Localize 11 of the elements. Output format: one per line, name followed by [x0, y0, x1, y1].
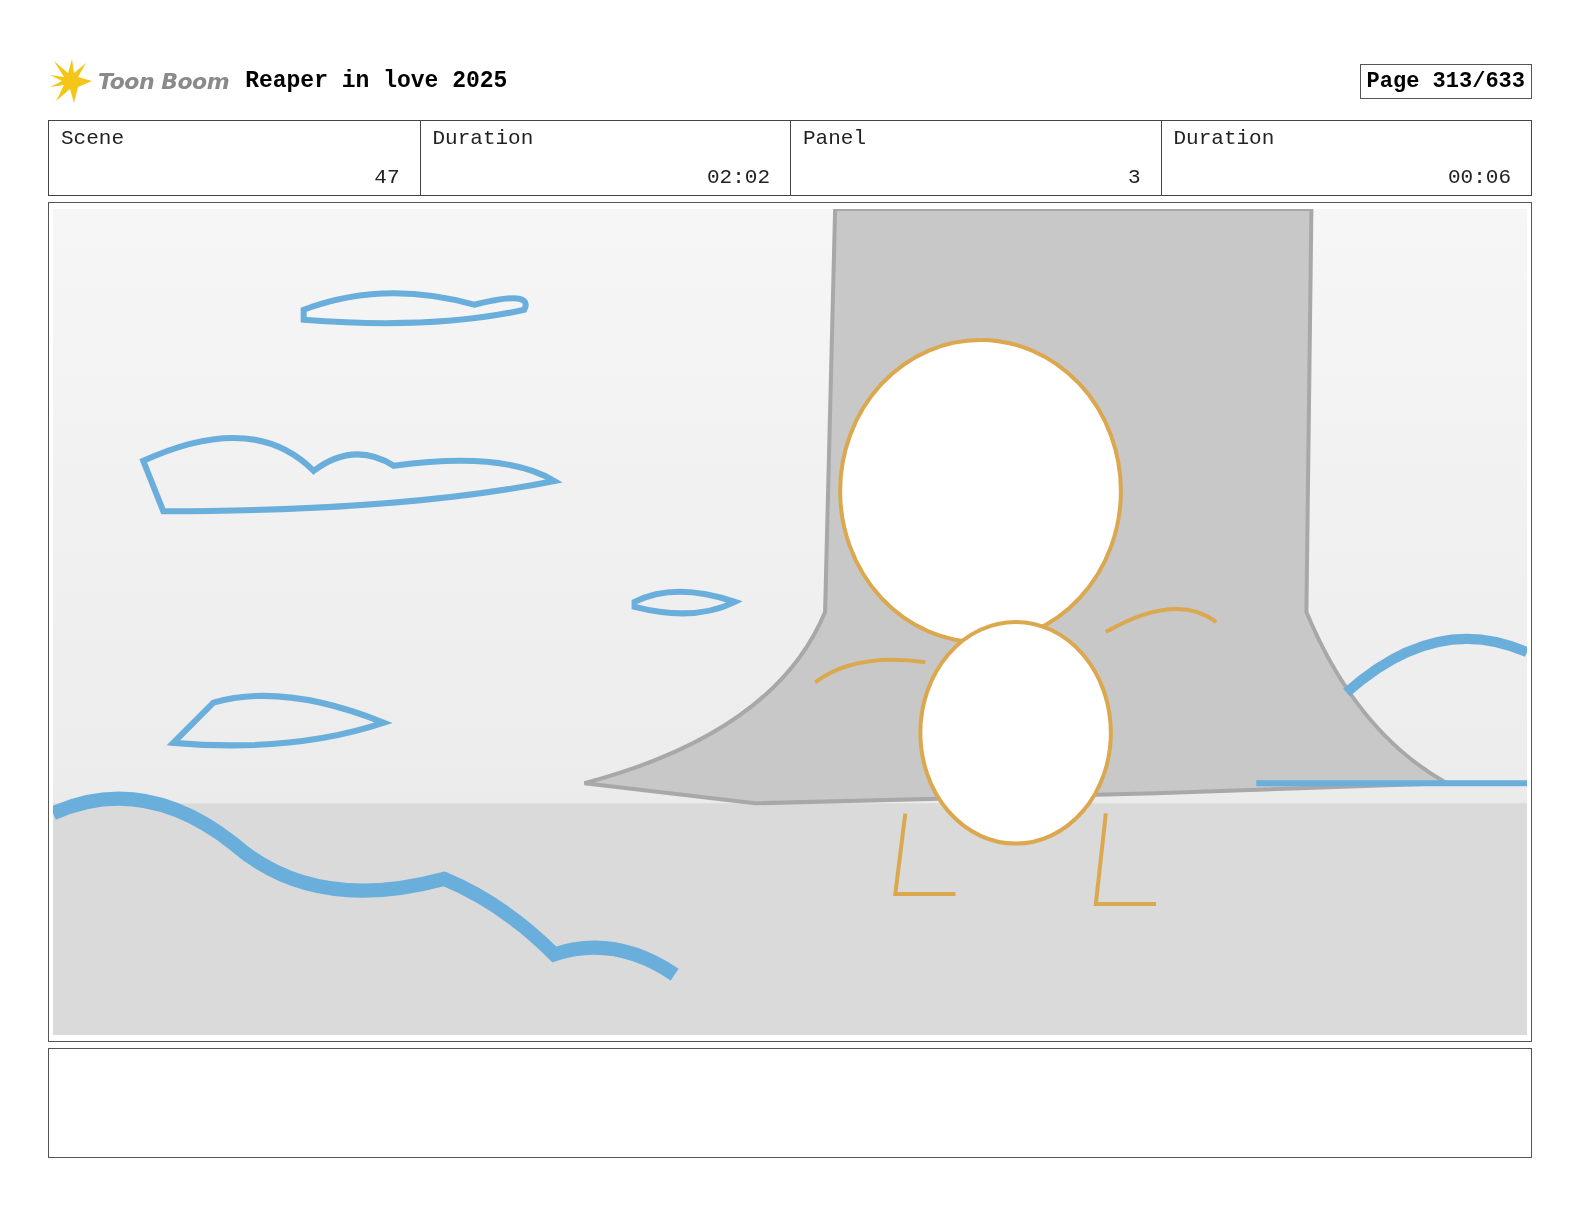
field-value: 3 [1127, 166, 1141, 189]
field-value: 00:06 [1448, 166, 1511, 189]
field-value: 02:02 [707, 166, 770, 189]
project-title: Reaper in love 2025 [245, 68, 508, 94]
logo-text: Toon Boom [98, 68, 230, 94]
field-label: Scene [61, 127, 125, 150]
page-number: Page 313/633 [1359, 63, 1532, 99]
field-value: 47 [374, 166, 400, 189]
field-label: Duration [1173, 127, 1276, 150]
field-label: Panel [803, 127, 867, 150]
field-label: Duration [432, 127, 535, 150]
